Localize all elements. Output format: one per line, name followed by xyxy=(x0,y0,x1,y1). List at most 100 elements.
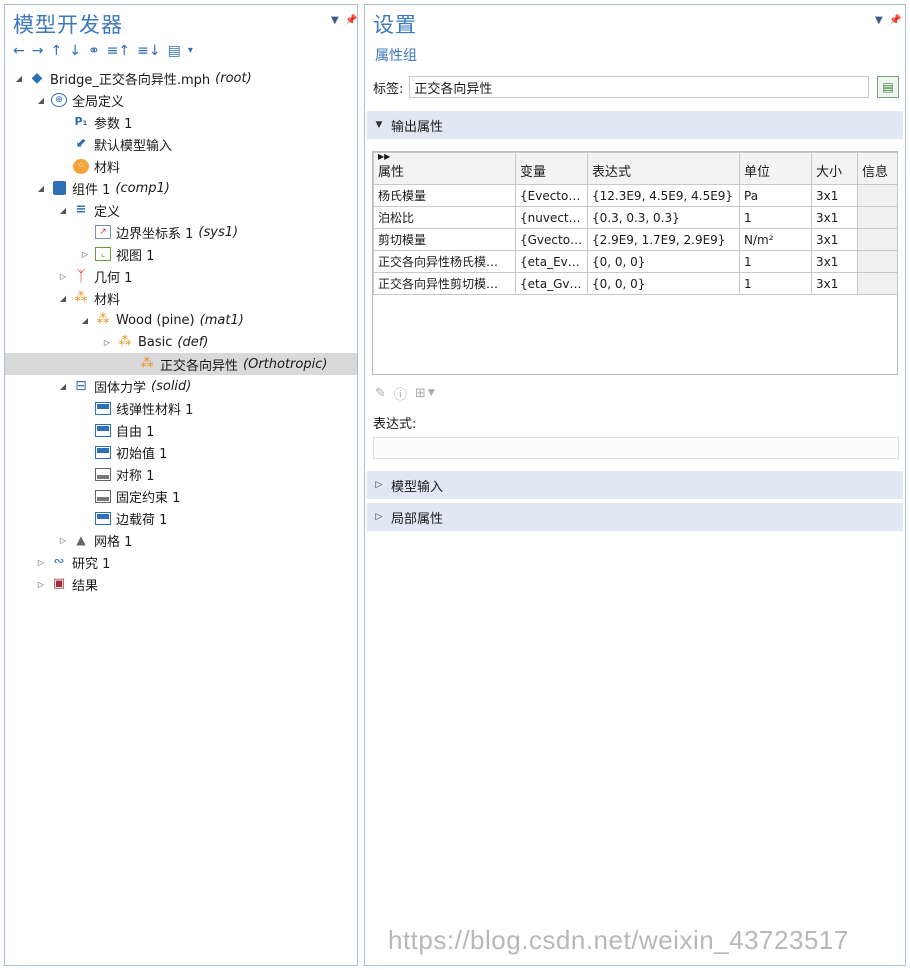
expand-columns-icon[interactable]: ▶▶ xyxy=(378,154,511,162)
cell-property[interactable]: 正交各向异性杨氏模… xyxy=(373,250,516,273)
collapse-arrow-icon[interactable]: ◢ xyxy=(13,74,25,83)
cell-size[interactable]: 3x1 xyxy=(811,206,858,229)
expand-arrow-icon[interactable]: ▷ xyxy=(57,272,69,281)
tree-item-results[interactable]: ▷ ▣ 结果 xyxy=(5,573,357,595)
tree-item-root[interactable]: ◢ ◆ Bridge_正交各向异性.mph (root) xyxy=(5,67,357,89)
tree-item-definitions[interactable]: ◢ ≡ 定义 xyxy=(5,199,357,221)
tree-item-basic[interactable]: ▷ ⁂ Basic (def) xyxy=(5,331,357,353)
info-icon[interactable]: ⓘ xyxy=(394,384,407,403)
column-header-variable[interactable]: 变量 xyxy=(515,152,588,185)
tree-item-edge-load[interactable]: 边载荷 1 xyxy=(5,507,357,529)
cell-variable[interactable]: {nuvect… xyxy=(515,206,588,229)
cell-variable[interactable]: {Gvecto… xyxy=(515,228,588,251)
insert-icon[interactable]: ⊞ xyxy=(415,386,426,401)
expand-arrow-icon[interactable]: ▷ xyxy=(35,580,47,589)
collapse-all-icon[interactable]: ≡↑ xyxy=(107,41,130,61)
panel-menu-icon[interactable]: ▼ xyxy=(875,15,883,26)
expression-input[interactable] xyxy=(373,437,899,459)
tree-item-global-definitions[interactable]: ◢ ⊕ 全局定义 xyxy=(5,89,357,111)
cell-expression[interactable]: {0.3, 0.3, 0.3} xyxy=(587,206,740,229)
expand-all-icon[interactable]: ≡↓ xyxy=(137,41,160,61)
move-down-icon[interactable]: ↓ xyxy=(69,41,81,61)
tree-item-symmetry[interactable]: 对称 1 xyxy=(5,463,357,485)
back-icon[interactable]: ← xyxy=(13,41,25,61)
cell-unit[interactable]: N/m² xyxy=(739,228,812,251)
tree-item-study[interactable]: ▷ ∾ 研究 1 xyxy=(5,551,357,573)
cell-size[interactable]: 3x1 xyxy=(811,184,858,207)
tree-item-fixed-constraint[interactable]: 固定约束 1 xyxy=(5,485,357,507)
pin-icon[interactable]: 📌 xyxy=(889,15,901,26)
cell-variable[interactable]: {Evector… xyxy=(515,184,588,207)
table-row[interactable]: 正交各向异性杨氏模… {eta_Eve… {0, 0, 0} 1 3x1 xyxy=(373,250,898,273)
expand-arrow-icon[interactable]: ▷ xyxy=(79,250,91,259)
cell-unit[interactable]: Pa xyxy=(739,184,812,207)
cell-info[interactable] xyxy=(857,250,898,273)
tree-item-component-materials[interactable]: ◢ ⁂ 材料 xyxy=(5,287,357,309)
expand-arrow-icon[interactable]: ▷ xyxy=(57,536,69,545)
collapse-arrow-icon[interactable]: ◢ xyxy=(57,382,69,391)
label-action-button[interactable]: ▤ xyxy=(877,76,899,98)
model-inputs-header[interactable]: ▷ 模型输入 xyxy=(367,471,903,499)
tree-item-wood-pine[interactable]: ◢ ⁂ Wood (pine) (mat1) xyxy=(5,309,357,331)
cell-property[interactable]: 杨氏模量 xyxy=(373,184,516,207)
column-header-property[interactable]: ▶▶ 属性 xyxy=(373,152,516,185)
cell-info[interactable] xyxy=(857,184,898,207)
tree-item-solid-mechanics[interactable]: ◢ ⊟ 固体力学 (solid) xyxy=(5,375,357,397)
layout-icon[interactable]: ▤ xyxy=(168,41,181,61)
cell-property[interactable]: 泊松比 xyxy=(373,206,516,229)
cell-expression[interactable]: {0, 0, 0} xyxy=(587,250,740,273)
toolbar-dropdown-icon[interactable]: ▾ xyxy=(188,41,193,61)
local-properties-header[interactable]: ▷ 局部属性 xyxy=(367,503,903,531)
tree-item-view[interactable]: ▷ ⌞ 视图 1 xyxy=(5,243,357,265)
tree-item-initial-values[interactable]: 初始值 1 xyxy=(5,441,357,463)
pin-icon[interactable]: 📌 xyxy=(345,15,357,26)
show-icon[interactable]: ⚭ xyxy=(88,41,100,61)
tree-item-parameters[interactable]: P₁ 参数 1 xyxy=(5,111,357,133)
collapse-arrow-icon[interactable]: ◢ xyxy=(35,96,47,105)
panel-menu-icon[interactable]: ▼ xyxy=(331,15,339,26)
collapse-arrow-icon[interactable]: ◢ xyxy=(57,294,69,303)
tree-item-component[interactable]: ◢ 组件 1 (comp1) xyxy=(5,177,357,199)
move-up-icon[interactable]: ↑ xyxy=(50,41,62,61)
tree-item-orthotropic[interactable]: ⁂ 正交各向异性 (Orthotropic) xyxy=(5,353,357,375)
tree-item-mesh[interactable]: ▷ ▲ 网格 1 xyxy=(5,529,357,551)
tree-item-default-model-inputs[interactable]: ⬋ 默认模型输入 xyxy=(5,133,357,155)
cell-unit[interactable]: 1 xyxy=(739,272,812,295)
cell-unit[interactable]: 1 xyxy=(739,206,812,229)
column-header-size[interactable]: 大小 xyxy=(811,152,858,185)
cell-expression[interactable]: {0, 0, 0} xyxy=(587,272,740,295)
collapse-arrow-icon[interactable]: ◢ xyxy=(35,184,47,193)
table-row[interactable]: 正交各向异性剪切模… {eta_Gv… {0, 0, 0} 1 3x1 xyxy=(373,272,898,295)
cell-size[interactable]: 3x1 xyxy=(811,228,858,251)
cell-expression[interactable]: {12.3E9, 4.5E9, 4.5E9} xyxy=(587,184,740,207)
tree-item-geometry[interactable]: ▷ ᛉ 几何 1 xyxy=(5,265,357,287)
output-properties-header[interactable]: ▼ 输出属性 xyxy=(367,111,903,139)
label-input[interactable] xyxy=(409,76,869,98)
column-header-info[interactable]: 信息 xyxy=(857,152,898,185)
forward-icon[interactable]: → xyxy=(32,41,44,61)
expand-arrow-icon[interactable]: ▷ xyxy=(101,338,113,347)
cell-info[interactable] xyxy=(857,228,898,251)
cell-expression[interactable]: {2.9E9, 1.7E9, 2.9E9} xyxy=(587,228,740,251)
column-header-expression[interactable]: 表达式 xyxy=(587,152,740,185)
edit-icon[interactable]: ✎ xyxy=(375,386,386,401)
cell-size[interactable]: 3x1 xyxy=(811,250,858,273)
collapse-arrow-icon[interactable]: ◢ xyxy=(57,206,69,215)
cell-variable[interactable]: {eta_Gv… xyxy=(515,272,588,295)
collapse-arrow-icon[interactable]: ◢ xyxy=(79,316,91,325)
cell-variable[interactable]: {eta_Eve… xyxy=(515,250,588,273)
cell-unit[interactable]: 1 xyxy=(739,250,812,273)
cell-size[interactable]: 3x1 xyxy=(811,272,858,295)
expand-arrow-icon[interactable]: ▷ xyxy=(35,558,47,567)
dropdown-arrow-icon[interactable]: ▼ xyxy=(428,388,435,398)
tree-item-boundary-system[interactable]: ↗ 边界坐标系 1 (sys1) xyxy=(5,221,357,243)
cell-info[interactable] xyxy=(857,206,898,229)
table-row[interactable]: 泊松比 {nuvect… {0.3, 0.3, 0.3} 1 3x1 xyxy=(373,206,898,229)
cell-info[interactable] xyxy=(857,272,898,295)
tree-item-free[interactable]: 自由 1 xyxy=(5,419,357,441)
tree-item-linear-elastic[interactable]: 线弹性材料 1 xyxy=(5,397,357,419)
table-row[interactable]: 剪切模量 {Gvecto… {2.9E9, 1.7E9, 2.9E9} N/m²… xyxy=(373,228,898,251)
cell-property[interactable]: 正交各向异性剪切模… xyxy=(373,272,516,295)
tree-item-global-materials[interactable]: ⁘ 材料 xyxy=(5,155,357,177)
column-header-unit[interactable]: 单位 xyxy=(739,152,812,185)
